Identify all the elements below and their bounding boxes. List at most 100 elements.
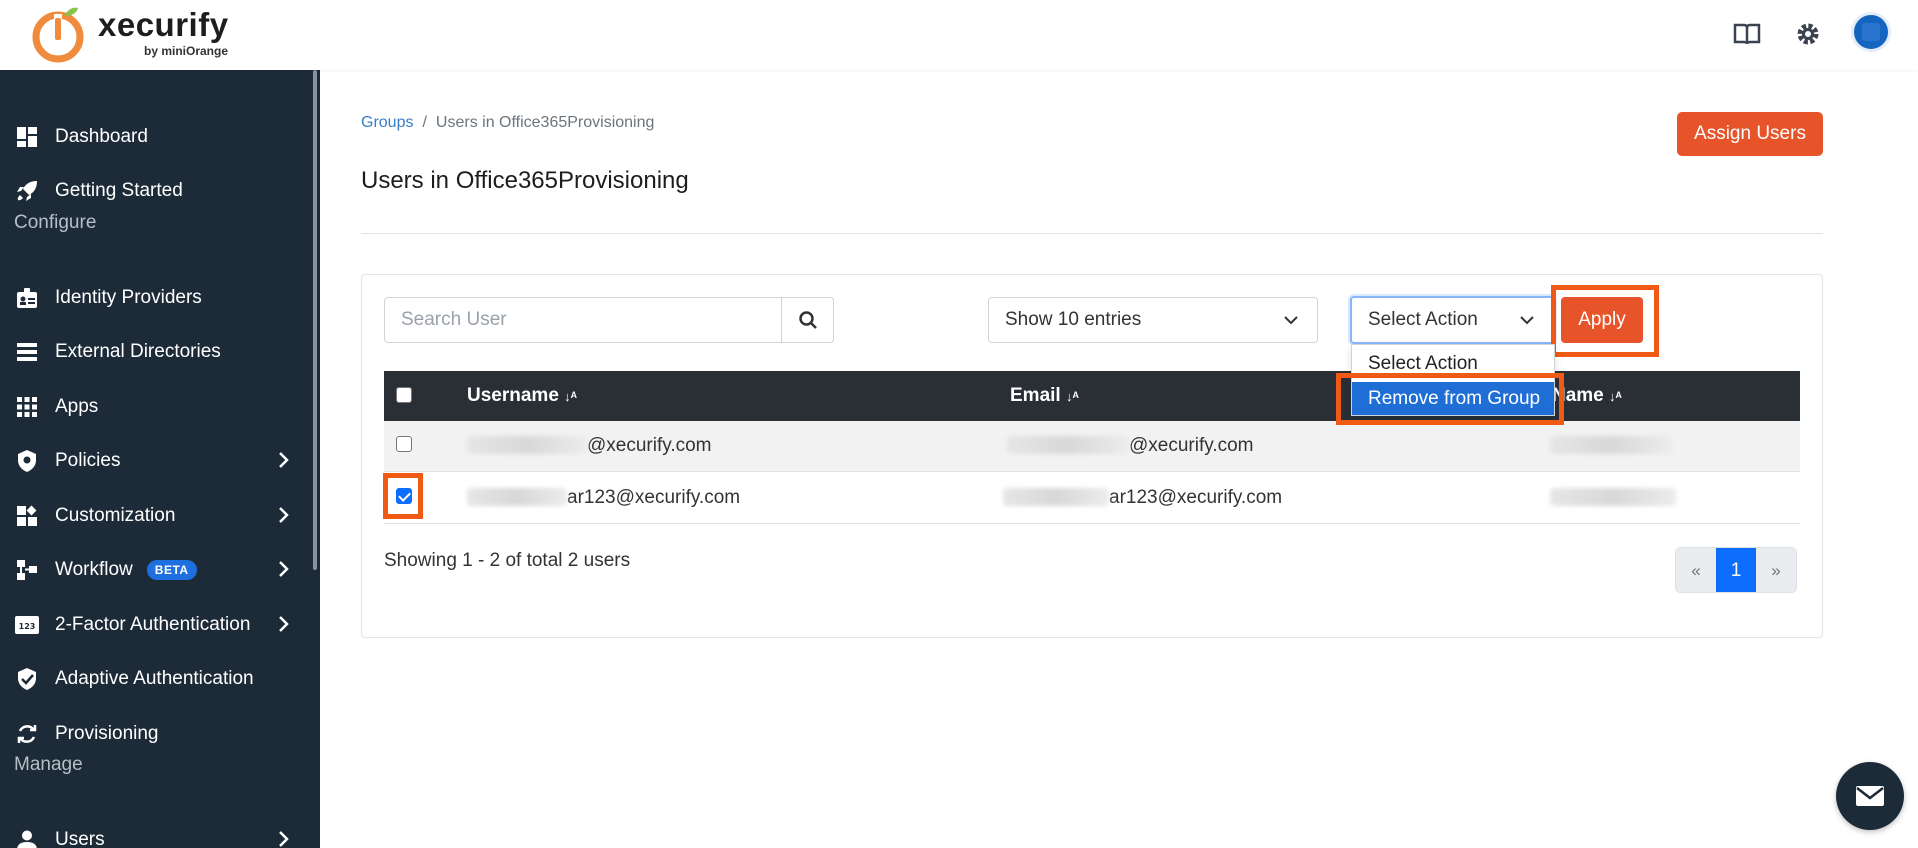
remove-option-highlight xyxy=(1336,373,1564,425)
shield-lock-icon xyxy=(14,448,40,474)
chat-button[interactable] xyxy=(1836,762,1904,830)
sidebar-item-users[interactable]: Users xyxy=(0,818,310,848)
sort-icon: ↓ᴬ xyxy=(564,389,577,404)
name-cell xyxy=(1550,487,1676,509)
action-select-value: Select Action xyxy=(1368,309,1478,330)
top-header: xecurify by miniOrange xyxy=(0,0,1918,70)
entries-select[interactable]: Show 10 entries xyxy=(988,297,1318,343)
username-cell: @xecurify.com xyxy=(467,435,712,457)
redacted-text xyxy=(467,436,587,454)
redacted-text xyxy=(1003,488,1109,506)
123-icon: 123 xyxy=(14,612,40,638)
chevron-down-icon xyxy=(1520,316,1534,325)
email-header[interactable]: Email ↓ᴬ xyxy=(1010,385,1079,407)
sidebar-item-2fa[interactable]: 123 2-Factor Authentication xyxy=(0,603,310,647)
sidebar-item-workflow[interactable]: Workflow BETA xyxy=(0,548,310,592)
sidebar-item-getting-started[interactable]: Getting Started xyxy=(0,169,310,213)
brand-name: xecurify xyxy=(98,6,229,43)
beta-badge: BETA xyxy=(146,560,197,580)
breadcrumb-separator: / xyxy=(422,114,427,131)
section-configure: Configure xyxy=(14,212,97,233)
sidebar-item-label: 2-Factor Authentication xyxy=(55,614,251,635)
list-icon xyxy=(14,339,40,365)
sidebar-item-label: Workflow xyxy=(55,559,133,580)
sidebar-item-label: Identity Providers xyxy=(55,287,202,308)
sidebar: Dashboard Getting Started Configure Iden… xyxy=(0,70,320,848)
sidebar-item-label: Users xyxy=(55,829,105,848)
chevron-right-icon xyxy=(279,831,289,847)
chevron-right-icon xyxy=(279,452,289,468)
username-cell: ar123@xecurify.com xyxy=(467,487,740,509)
sidebar-item-adaptive-authentication[interactable]: Adaptive Authentication xyxy=(0,657,310,701)
apply-highlight xyxy=(1551,285,1659,357)
mail-icon xyxy=(1856,786,1884,806)
prev-page-button[interactable]: « xyxy=(1676,548,1716,592)
breadcrumb: Groups / Users in Office365Provisioning xyxy=(361,114,654,132)
widgets-icon xyxy=(14,503,40,529)
sidebar-item-dashboard[interactable]: Dashboard xyxy=(0,115,310,159)
sidebar-item-label: Getting Started xyxy=(55,180,183,201)
avatar[interactable] xyxy=(1851,12,1891,52)
svg-text:123: 123 xyxy=(19,622,36,631)
showing-count: Showing 1 - 2 of total 2 users xyxy=(384,550,631,571)
redacted-text xyxy=(1007,436,1129,454)
gear-icon[interactable] xyxy=(1791,17,1825,51)
email-cell: @xecurify.com xyxy=(1007,435,1254,457)
rocket-icon xyxy=(14,178,40,204)
search-input[interactable] xyxy=(384,297,782,343)
sidebar-item-customization[interactable]: Customization xyxy=(0,494,310,538)
checkbox-highlight xyxy=(383,473,423,519)
next-page-button[interactable]: » xyxy=(1756,548,1796,592)
dashboard-icon xyxy=(14,124,40,150)
sidebar-item-label: Provisioning xyxy=(55,723,159,744)
sidebar-item-label: Policies xyxy=(55,450,121,471)
sync-icon xyxy=(14,721,40,747)
sidebar-item-label: Customization xyxy=(55,505,176,526)
row-checkbox[interactable] xyxy=(396,436,412,452)
action-select[interactable]: Select Action xyxy=(1350,296,1555,344)
user-icon xyxy=(14,827,40,848)
sidebar-scrollbar[interactable] xyxy=(313,70,317,570)
table-header: Username ↓ᴬ Email ↓ᴬ Name ↓ᴬ xyxy=(384,371,1800,421)
redacted-text xyxy=(467,488,567,506)
chevron-right-icon xyxy=(279,507,289,523)
brand-subtitle: by miniOrange xyxy=(144,44,229,58)
sidebar-item-label: External Directories xyxy=(55,341,221,362)
sidebar-item-policies[interactable]: Policies xyxy=(0,439,310,483)
assign-users-button[interactable]: Assign Users xyxy=(1677,112,1823,156)
sidebar-item-external-directories[interactable]: External Directories xyxy=(0,330,310,374)
xecurify-logo-icon xyxy=(32,7,84,63)
page-title: Users in Office365Provisioning xyxy=(361,167,689,194)
redacted-text xyxy=(1550,436,1672,454)
email-cell: ar123@xecurify.com xyxy=(1003,487,1282,509)
name-cell xyxy=(1550,435,1672,457)
breadcrumb-groups-link[interactable]: Groups xyxy=(361,114,413,131)
sidebar-item-apps[interactable]: Apps xyxy=(0,385,310,429)
breadcrumb-current: Users in Office365Provisioning xyxy=(435,114,655,131)
entries-select-value: Show 10 entries xyxy=(1005,309,1142,330)
table-row: ar123@xecurify.com ar123@xecurify.com xyxy=(384,473,1800,524)
sidebar-item-label: Dashboard xyxy=(55,126,148,147)
select-all-checkbox[interactable] xyxy=(396,387,412,403)
grid-icon xyxy=(14,394,40,420)
pagination: « 1 » xyxy=(1675,547,1797,593)
redacted-text xyxy=(1550,488,1676,506)
sidebar-item-label: Apps xyxy=(55,396,99,417)
search-icon xyxy=(798,311,817,329)
section-manage: Manage xyxy=(14,754,83,775)
divider xyxy=(361,233,1823,234)
sort-icon: ↓ᴬ xyxy=(1609,389,1622,404)
chevron-right-icon xyxy=(279,616,289,632)
workflow-icon xyxy=(14,557,40,583)
sidebar-item-provisioning[interactable]: Provisioning xyxy=(0,712,310,756)
username-header[interactable]: Username ↓ᴬ xyxy=(467,385,577,407)
book-icon[interactable] xyxy=(1730,17,1764,51)
sidebar-item-identity-providers[interactable]: Identity Providers xyxy=(0,276,310,320)
chevron-right-icon xyxy=(279,561,289,577)
sort-icon: ↓ᴬ xyxy=(1065,389,1079,404)
page-1-button[interactable]: 1 xyxy=(1716,548,1756,592)
sidebar-item-label: Adaptive Authentication xyxy=(55,668,254,689)
search-button[interactable] xyxy=(781,297,834,343)
shield-check-icon xyxy=(14,666,40,692)
id-badge-icon xyxy=(14,285,40,311)
